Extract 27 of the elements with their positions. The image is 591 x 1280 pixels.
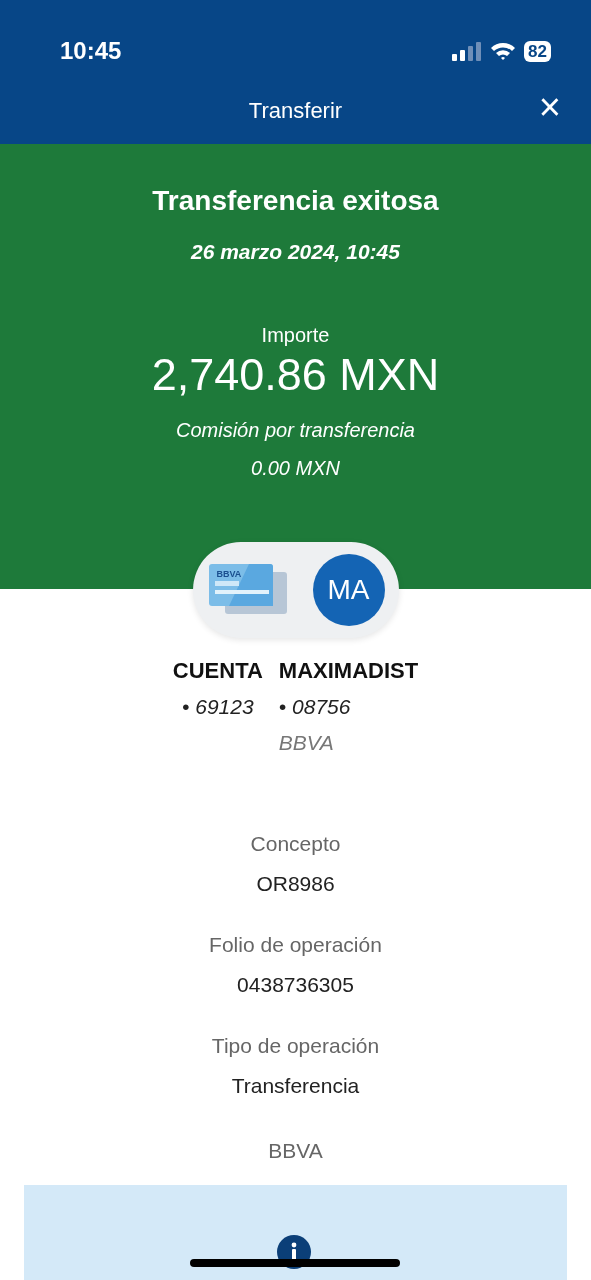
fee-label: Comisión por transferencia (175, 418, 416, 443)
wifi-icon (490, 41, 517, 61)
detail-value: Transferencia (230, 1072, 361, 1099)
success-title: Transferencia exitosa (151, 184, 440, 218)
screen-title: Transferir (248, 96, 343, 125)
destination-bank: BBVA (278, 729, 335, 756)
detail-label: Tipo de operación (210, 1033, 381, 1059)
signal-icon (452, 41, 483, 61)
amount-label: Importe (260, 322, 331, 348)
detail-label: Folio de operación (208, 932, 383, 958)
card-icon (208, 564, 289, 616)
amount-value: 2,740.86 MXN (150, 349, 441, 399)
battery-indicator: 82 (524, 40, 551, 62)
close-button[interactable]: × (532, 88, 567, 126)
detail-value: 0438736305 (236, 971, 355, 998)
card-logo: BBVA (216, 568, 242, 581)
origin-name: CUENTA (172, 657, 263, 685)
destination-account: • 08756 (278, 694, 352, 720)
destination-name: MAXIMADIST (278, 657, 419, 685)
transfer-date: 26 marzo 2024, 10:45 (189, 239, 401, 265)
origin-account: • 69123 (181, 694, 255, 720)
bank-note: BBVA (267, 1138, 324, 1164)
fee-value: 0.00 MXN (250, 456, 341, 481)
detail-label: Concepto (249, 831, 342, 857)
status-time: 10:45 (60, 36, 122, 66)
avatar-initials: MA (312, 554, 385, 626)
detail-value: OR8986 (255, 870, 336, 897)
